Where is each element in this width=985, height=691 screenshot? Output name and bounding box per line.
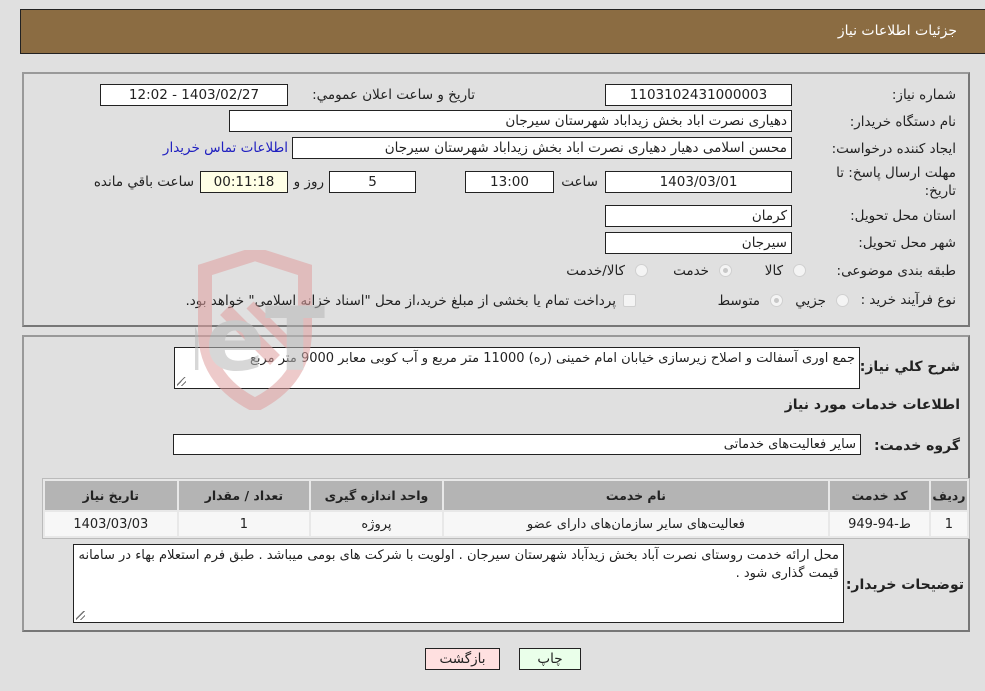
services-table: رديف کد خدمت نام خدمت واحد اندازه گيری ت… <box>42 478 970 539</box>
province-field[interactable]: کرمان <box>605 205 792 227</box>
days-field[interactable]: 5 <box>329 171 416 193</box>
service-group-label: گروه خدمت: <box>874 438 960 454</box>
buyer-org-label: نام دستگاه خريدار: <box>849 114 956 130</box>
remaining-label: ساعت باقي مانده <box>93 174 194 190</box>
back-button[interactable]: بازگشت <box>425 648 500 670</box>
category-option-goods: کالا <box>764 263 783 279</box>
header-bar: جزئیات اطلاعات نیاز <box>20 9 985 54</box>
time-label: ساعت <box>561 174 598 190</box>
cell-need-date: 1403/03/03 <box>45 512 177 536</box>
requester-field[interactable]: محسن اسلامی دهیار دهیاری نصرت اباد بخش ز… <box>292 137 792 159</box>
table-header-row: رديف کد خدمت نام خدمت واحد اندازه گيری ت… <box>45 481 967 510</box>
category-label: طبقه بندی موضوعی: <box>836 263 956 279</box>
need-number-field[interactable]: 1103102431000003 <box>605 84 792 106</box>
city-label: شهر محل تحویل: <box>858 235 956 251</box>
deadline-label: مهلت ارسال پاسخ: تا تاریخ: <box>836 165 956 199</box>
col-header-quantity: تعداد / مقدار <box>178 481 310 510</box>
cell-service-name: فعالیت‌های سایر سازمان‌های دارای عضو <box>443 512 829 536</box>
col-header-need-date: تاريخ نياز <box>45 481 177 510</box>
buyer-notes-text: محل ارائه خدمت روستای نصرت آباد بخش زیدآ… <box>78 548 840 581</box>
category-option-goods-service: کالا/خدمت <box>566 263 625 279</box>
announce-label: تاریخ و ساعت اعلان عمومي: <box>312 87 475 103</box>
city-field[interactable]: سیرجان <box>605 232 792 254</box>
page-title: جزئیات اطلاعات نیاز <box>837 23 957 39</box>
process-option-medium: متوسط <box>717 293 760 309</box>
treasury-checkbox[interactable] <box>623 294 636 307</box>
resize-grip-icon[interactable] <box>177 377 186 386</box>
days-label: روز و <box>293 174 324 190</box>
summary-text: جمع اوری آسفالت و اصلاح زیرسازی خیابان ا… <box>249 351 855 366</box>
table-row[interactable]: 1 ط-94-949 فعالیت‌های سایر سازمان‌های دا… <box>45 512 967 536</box>
services-section-title: اطلاعات خدمات مورد نياز <box>784 397 960 413</box>
remaining-time-field[interactable]: 00:11:18 <box>200 171 288 193</box>
col-header-unit: واحد اندازه گيری <box>311 481 442 510</box>
province-label: استان محل تحویل: <box>850 208 956 224</box>
details-panel: شماره نیاز: 1103102431000003 تاریخ و ساع… <box>22 72 970 327</box>
process-radio-minor[interactable] <box>836 294 849 307</box>
buyer-org-field[interactable]: دهیاری نصرت اباد بخش زیداباد شهرستان سیر… <box>229 110 792 132</box>
summary-label: شرح کلي نياز: <box>859 359 960 375</box>
buyer-contact-link[interactable]: اطلاعات تماس خريدار <box>163 140 288 156</box>
cell-row-number: 1 <box>930 512 967 536</box>
print-button[interactable]: چاپ <box>519 648 581 670</box>
process-option-minor: جزيي <box>795 293 826 309</box>
cell-quantity: 1 <box>178 512 310 536</box>
service-group-field[interactable]: سایر فعالیت‌های خدماتی <box>173 434 861 455</box>
category-radio-goods-service[interactable] <box>635 264 648 277</box>
cell-service-code: ط-94-949 <box>830 512 929 536</box>
category-radio-service[interactable] <box>719 264 732 277</box>
requester-label: ایجاد کننده درخواست: <box>831 141 956 157</box>
buyer-notes-textarea[interactable]: محل ارائه خدمت روستای نصرت آباد بخش زیدآ… <box>73 544 844 623</box>
buyer-notes-label: توضيحات خريدار: <box>845 577 964 593</box>
treasury-note: پرداخت تمام یا بخشی از مبلغ خرید،از محل … <box>185 293 616 309</box>
process-radio-medium[interactable] <box>770 294 783 307</box>
need-number-label: شماره نیاز: <box>891 87 956 103</box>
process-label: نوع فرآیند خرید : <box>860 292 956 308</box>
col-header-service-code: کد خدمت <box>830 481 929 510</box>
services-panel: شرح کلي نياز: جمع اوری آسفالت و اصلاح زی… <box>22 335 970 632</box>
summary-textarea[interactable]: جمع اوری آسفالت و اصلاح زیرسازی خیابان ا… <box>174 347 860 389</box>
announce-field[interactable]: 1403/02/27 - 12:02 <box>100 84 288 106</box>
category-radio-goods[interactable] <box>793 264 806 277</box>
col-header-row-number: رديف <box>930 481 967 510</box>
cell-unit: پروژه <box>311 512 442 536</box>
resize-grip-icon[interactable] <box>76 611 85 620</box>
category-option-service: خدمت <box>673 263 709 279</box>
deadline-date-field[interactable]: 1403/03/01 <box>605 171 792 193</box>
deadline-time-field[interactable]: 13:00 <box>465 171 554 193</box>
col-header-service-name: نام خدمت <box>443 481 829 510</box>
